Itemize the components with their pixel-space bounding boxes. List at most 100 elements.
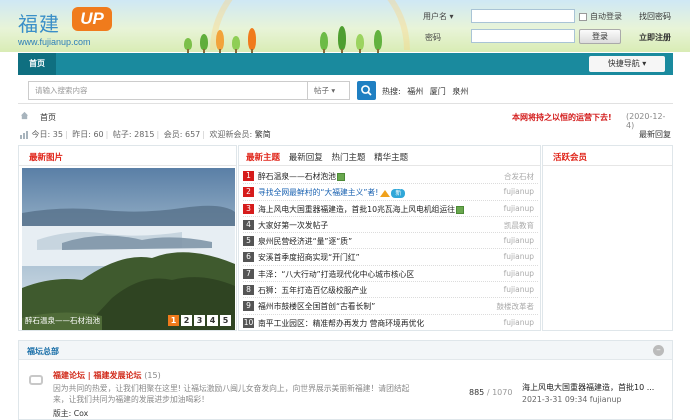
home-icon[interactable] [20,111,29,120]
topic-row[interactable]: 9 福州市鼓楼区全国首创“古看长制” 鼓楼改革者 [243,298,538,315]
tree-icon [320,32,328,54]
rank-badge: 8 [243,285,254,296]
retrieve-password-link[interactable]: 找回密码 [639,11,671,22]
search-button[interactable] [357,81,376,100]
topic-row[interactable]: 6 安溪首季度招商实现“开门红” fujianup [243,249,538,266]
tab-latest-topics[interactable]: 最新主题 [246,153,280,163]
breadcrumb: 首页 本网将持之以恒的运营下去! (2020-12-4) [18,108,673,130]
username-label[interactable]: 用户名 ▾ [423,11,454,22]
topic-title[interactable]: 福州市鼓楼区全国首创“古看长制” [258,301,375,312]
tab-latest-replies[interactable]: 最新回复 [289,153,323,163]
site-header: 福建 UP www.fujianup.com 用户名 ▾ 自动登录 找回密码 密… [0,0,690,54]
topic-author[interactable]: 合发石材 [504,171,534,182]
photo-caption[interactable]: 醉石温泉——石材泡池 [25,315,100,326]
pager-page[interactable]: 2 [181,315,192,326]
password-label: 密码 [425,33,441,42]
topic-title[interactable]: 南平工业园区：精准帮办再发力 营商环境再优化 [258,318,424,329]
topic-row[interactable]: 3 海上风电大国重器福建造，首批10兆瓦海上风电机组运往 fujianup [243,201,538,217]
photo-pager: 12345 [166,315,231,327]
quick-nav-button[interactable]: 快捷导航 ▾ [589,56,665,72]
search-bar: 请输入搜索内容 帖子 ▾ 热搜: 福州 厦门 泉州 [18,80,673,104]
section-header: 福坛总部 – [19,341,672,360]
forum-chat-icon [29,375,43,385]
site-stats: 今日: 35 | 昨日: 60 | 帖子: 2815 | 会员: 657 | 欢迎新会员… [20,129,271,140]
password-input[interactable] [471,29,575,43]
forum-moderator[interactable]: 版主: Cox [53,408,88,419]
auto-login-label[interactable]: 自动登录 [590,11,622,22]
topic-row[interactable]: 10 南平工业园区：精准帮办再发力 营商环境再优化 fujianup [243,315,538,331]
pager-page[interactable]: 1 [168,315,179,326]
forum-section: 福坛总部 – 福建论坛 | 福建发展论坛 (15) 因为共同的热爱，让我们相聚在… [18,340,673,420]
login-form: 用户名 ▾ 自动登录 找回密码 密码 登录 立即注册 [423,8,683,48]
section-title[interactable]: 福坛总部 [27,346,59,357]
stat-posts: 帖子: 2815 [112,130,155,139]
new-badge-icon: 新 [391,188,406,198]
topic-author[interactable]: fujianup [504,236,534,245]
login-button[interactable]: 登录 [579,29,621,44]
topic-title[interactable]: 丰泽：“八大行动”打造现代化中心城市核心区 [258,269,414,280]
topic-author[interactable]: fujianup [504,285,534,294]
topic-title[interactable]: 安溪首季度招商实现“开门红” [258,252,360,263]
topic-title[interactable]: 泉州民营经济进“量”逐“质” [258,236,352,247]
forum-name[interactable]: 福建论坛 | 福建发展论坛 (15) [53,370,161,381]
topic-title[interactable]: 大家好第一次发帖子 [258,220,328,231]
topic-title[interactable]: 海上风电大国重器福建造，首批10兆瓦海上风电机组运往 [258,204,465,215]
tree-icon [374,30,382,54]
forum-posts: 1070 [492,388,513,397]
topic-title[interactable]: 石狮：五年打造百亿级校服产业 [258,285,367,296]
topic-row[interactable]: 8 石狮：五年打造百亿级校服产业 fujianup [243,282,538,299]
topic-author[interactable]: fujianup [504,204,534,213]
search-input[interactable]: 请输入搜索内容 [28,81,308,100]
topic-author[interactable]: fujianup [504,187,534,196]
logo-text: 福建 [18,12,60,36]
topic-author[interactable]: fujianup [504,252,534,261]
topic-author[interactable]: fujianup [504,269,534,278]
hot-arrow-icon [380,189,391,197]
main-nav: 首页 快捷导航 ▾ [18,53,673,75]
stat-today: 今日: 35 [31,130,63,139]
topic-row[interactable]: 5 泉州民营经济进“量”逐“质” fujianup [243,233,538,250]
site-logo[interactable]: 福建 UP [18,6,114,36]
topic-row[interactable]: 7 丰泽：“八大行动”打造现代化中心城市核心区 fujianup [243,266,538,283]
forum-last-post-title[interactable]: 海上风电大国重器福建造，首批10 ... [522,382,654,393]
notice-text[interactable]: 本网将持之以恒的运营下去! [512,112,612,123]
topic-row[interactable]: 4 大家好第一次发帖子 凯晨教育 [243,217,538,234]
topics-box: 最新主题 最新回复 热门主题 精华主题 1 醉石温泉——石材泡池 合发石材 2 … [238,145,541,331]
collapse-icon[interactable]: – [653,345,664,356]
topic-author[interactable]: fujianup [504,318,534,327]
topic-title[interactable]: 醉石温泉——石材泡池 [258,171,345,182]
rank-badge: 3 [243,203,254,214]
topic-title[interactable]: 寻找全网最鲜村的“大福建主义”者! 新 [258,187,406,198]
topic-row[interactable]: 2 寻找全网最鲜村的“大福建主义”者! 新 fujianup [243,184,538,201]
pager-page[interactable]: 5 [220,315,231,326]
latest-images-box: 最新图片 醉石温泉——石材泡池 12345 [18,145,237,331]
topic-tabs: 最新主题 最新回复 热门主题 精华主题 [246,151,414,163]
username-input[interactable] [471,9,575,23]
box-header: 最新主题 最新回复 热门主题 精华主题 [239,146,540,166]
featured-photo[interactable]: 醉石温泉——石材泡池 12345 [22,168,235,330]
hot-term[interactable]: 厦门 [430,87,446,96]
pager-page[interactable]: 3 [194,315,205,326]
nav-home[interactable]: 首页 [18,53,56,75]
pager-page[interactable]: 4 [207,315,218,326]
hot-term[interactable]: 泉州 [452,87,468,96]
tab-featured-topics[interactable]: 精华主题 [374,153,408,163]
topic-author[interactable]: 鼓楼改革者 [497,301,535,312]
latest-reply-link[interactable]: 最新回复 [639,129,671,140]
new-member-link[interactable]: 繁简 [255,130,271,139]
topic-list: 1 醉石温泉——石材泡池 合发石材 2 寻找全网最鲜村的“大福建主义”者! 新 f… [243,168,538,331]
rank-badge: 4 [243,219,254,230]
rank-badge: 5 [243,236,254,247]
search-type-select[interactable]: 帖子 ▾ [308,81,350,100]
hot-term[interactable]: 福州 [407,87,423,96]
breadcrumb-current[interactable]: 首页 [40,112,56,123]
tree-icon [248,28,256,54]
auto-login-checkbox[interactable] [579,13,587,21]
topic-author[interactable]: 凯晨教育 [504,220,534,231]
box-header: 最新图片 [19,146,236,166]
hot-search-label: 热搜: [382,87,401,96]
topic-row[interactable]: 1 醉石温泉——石材泡池 合发石材 [243,168,538,185]
image-icon [336,173,345,181]
tab-hot-topics[interactable]: 热门主题 [331,153,365,163]
register-link[interactable]: 立即注册 [639,32,671,43]
